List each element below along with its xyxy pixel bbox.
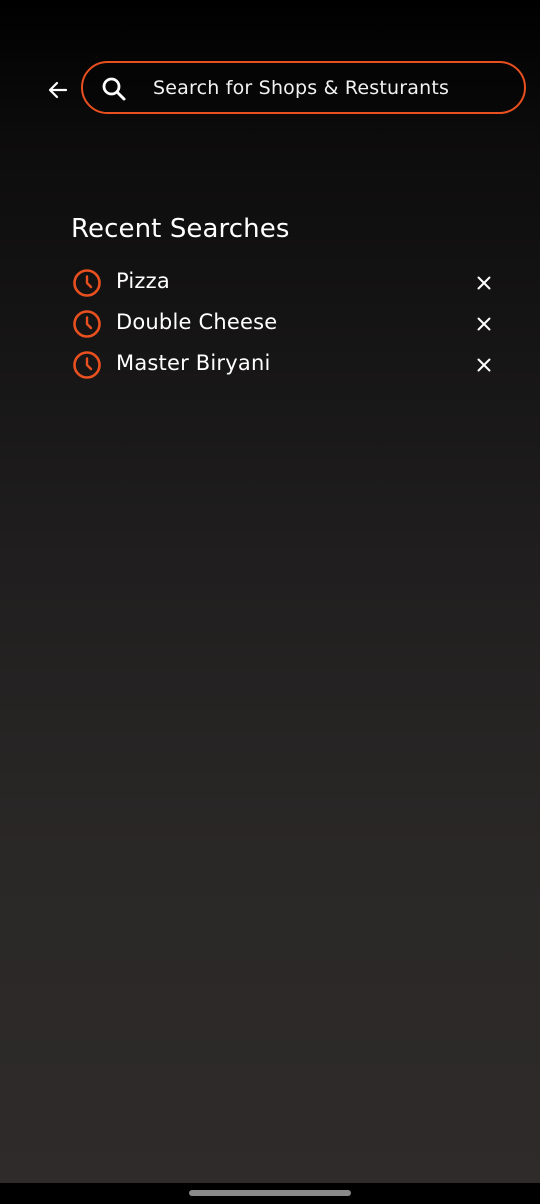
remove-recent-search-button[interactable] bbox=[469, 309, 499, 339]
clock-icon bbox=[73, 269, 101, 297]
recent-searches-title: Recent Searches bbox=[71, 214, 290, 244]
recent-search-label: Double Cheese bbox=[116, 310, 278, 334]
close-icon bbox=[477, 276, 491, 290]
home-gesture-handle[interactable] bbox=[189, 1190, 351, 1196]
remove-recent-search-button[interactable] bbox=[469, 350, 499, 380]
recent-search-item[interactable]: Double Cheese bbox=[71, 304, 499, 345]
recent-search-label: Master Biryani bbox=[116, 351, 271, 375]
recent-search-item[interactable]: Master Biryani bbox=[71, 345, 499, 386]
close-icon bbox=[477, 358, 491, 372]
arrow-left-icon bbox=[48, 81, 68, 99]
remove-recent-search-button[interactable] bbox=[469, 268, 499, 298]
search-icon[interactable] bbox=[100, 75, 128, 103]
recent-searches-list: Pizza Double Cheese Master Biryani bbox=[71, 263, 499, 386]
recent-searches-screen: Recent Searches Pizza Double Cheese bbox=[0, 0, 540, 1204]
clock-icon bbox=[73, 351, 101, 379]
close-icon bbox=[477, 317, 491, 331]
recent-search-item[interactable]: Pizza bbox=[71, 263, 499, 304]
recent-search-label: Pizza bbox=[116, 269, 170, 293]
search-bar[interactable] bbox=[81, 61, 526, 114]
search-input[interactable] bbox=[153, 75, 513, 101]
clock-icon bbox=[73, 310, 101, 338]
back-button[interactable] bbox=[38, 70, 78, 110]
